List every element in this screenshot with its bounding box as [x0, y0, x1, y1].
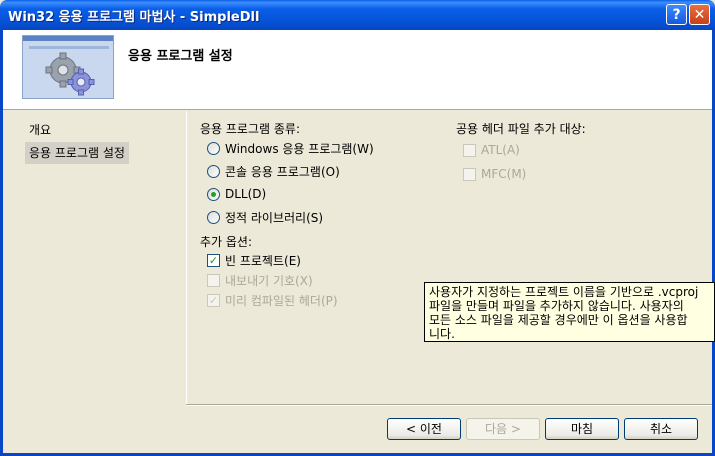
tooltip-line: 니다. [429, 327, 455, 341]
close-button[interactable]: ✕ [689, 4, 710, 25]
radio-console-app[interactable]: 콘솔 응용 프로그램(O) [207, 162, 340, 180]
extra-options-heading: 추가 옵션: [200, 235, 253, 249]
common-headers-heading: 공용 헤더 파일 추가 대상: [456, 122, 586, 136]
radio-button[interactable] [207, 187, 220, 201]
check-icon[interactable]: ✓ [207, 253, 220, 267]
radio-button[interactable] [207, 164, 220, 178]
radio-dll[interactable]: DLL(D) [207, 185, 266, 203]
nav-item-app-settings[interactable]: 응용 프로그램 설정 [25, 142, 129, 164]
radio-label: DLL(D) [225, 187, 267, 201]
checkbox-label: MFC(M) [481, 167, 527, 181]
window-title: Win32 응용 프로그램 마법사 - SimpleDll [8, 10, 260, 25]
radio-label: Windows 응용 프로그램(W) [225, 141, 374, 156]
radio-label: 정적 라이브러리(S) [225, 210, 324, 225]
gears-icon [22, 35, 114, 99]
cancel-button[interactable]: 취소 [624, 418, 698, 440]
help-button[interactable]: ? [666, 4, 687, 25]
checkbox [463, 143, 476, 157]
radio-static-lib[interactable]: 정적 라이브러리(S) [207, 208, 323, 226]
checkbox-label: 내보내기 기호(X) [225, 273, 313, 288]
nav-item-overview[interactable]: 개요 [25, 119, 55, 141]
radio-label: 콘솔 응용 프로그램(O) [225, 164, 340, 179]
radio-button[interactable] [207, 210, 220, 224]
close-icon: ✕ [693, 6, 706, 23]
checkbox-label: 빈 프로젝트(E) [225, 253, 301, 268]
tooltip-line: 모든 소스 파일을 제공할 경우에만 이 옵션을 사용합 [429, 313, 688, 327]
tooltip-line: 파일을 만들며 파일을 추가하지 않습니다. 사용자의 [429, 299, 684, 313]
check-icon: ✓ [207, 293, 220, 307]
checkbox-precompiled-header: ✓ 미리 컴파일된 헤더(P) [207, 291, 338, 309]
help-icon: ? [672, 6, 681, 23]
checkbox-label: ATL(A) [481, 143, 520, 157]
back-button[interactable]: < 이전 [387, 418, 461, 440]
checkbox-label: 미리 컴파일된 헤더(P) [225, 293, 338, 308]
app-type-heading: 응용 프로그램 종류: [200, 122, 300, 136]
tooltip-line: 사용자가 지정하는 프로젝트 이름을 기반으로 .vcproj [429, 285, 699, 299]
finish-button[interactable]: 마침 [545, 418, 619, 440]
checkbox-export-symbols: 내보내기 기호(X) [207, 271, 313, 289]
wizard-nav: 개요 응용 프로그램 설정 [3, 111, 183, 453]
radio-button[interactable] [207, 141, 220, 155]
next-button: 다음 > [466, 418, 540, 440]
page-title: 응용 프로그램 설정 [128, 49, 233, 64]
checkbox [463, 167, 476, 181]
checkbox-empty-project[interactable]: ✓ 빈 프로젝트(E) [207, 251, 301, 269]
checkbox-mfc: MFC(M) [463, 165, 526, 183]
tooltip: 사용자가 지정하는 프로젝트 이름을 기반으로 .vcproj 파일을 만들며 … [424, 282, 715, 342]
radio-windows-app[interactable]: Windows 응용 프로그램(W) [207, 139, 374, 157]
checkbox-atl: ATL(A) [463, 141, 520, 159]
header-banner: 응용 프로그램 설정 [3, 30, 712, 110]
title-bar[interactable]: Win32 응용 프로그램 마법사 - SimpleDll ? ✕ [0, 0, 715, 30]
checkbox [207, 273, 220, 287]
